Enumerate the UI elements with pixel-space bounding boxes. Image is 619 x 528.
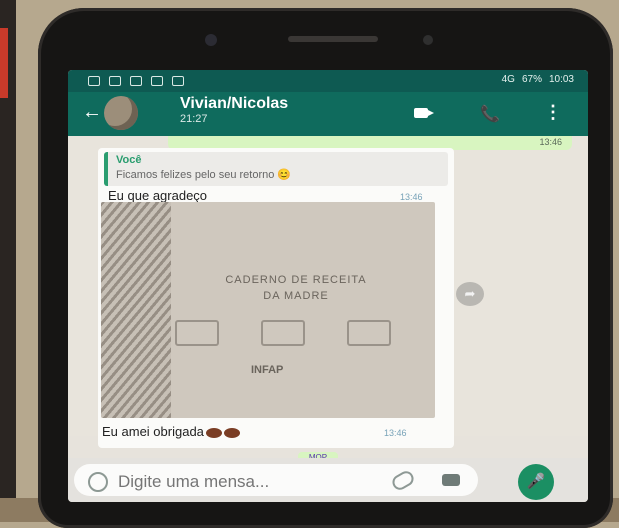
emoji-icon[interactable]	[88, 472, 108, 492]
signal-label: 4G	[501, 74, 515, 85]
quote-text: Ficamos felizes pelo seu retorno 😊	[116, 169, 292, 181]
photo-brand: INFAP	[251, 364, 284, 376]
notification-icons	[88, 76, 184, 86]
message-input-bar: 🎤	[68, 458, 588, 502]
message-input-container[interactable]	[74, 464, 478, 496]
quote-author: Você	[116, 154, 142, 166]
arrow-left-icon[interactable]: ←	[82, 102, 102, 122]
phone-device: 4G 67% 10:03 ← Vivian/Nicolas 21:27 📞 ⋮ …	[38, 8, 613, 528]
message-time-1: 13:46	[400, 192, 423, 202]
video-call-icon[interactable]	[414, 108, 434, 118]
front-camera-icon	[205, 34, 217, 46]
sketch-drawing-icon	[261, 320, 305, 346]
message-text-1: Eu que agradeço	[108, 188, 208, 203]
notification-icon	[151, 76, 163, 86]
status-bar: 4G 67% 10:03	[68, 70, 588, 92]
sketch-drawing-icon	[347, 320, 391, 346]
incoming-message-bubble[interactable]: Você Ficamos felizes pelo seu retorno 😊 …	[98, 148, 454, 448]
message-time-2: 13:46	[384, 428, 407, 438]
earpiece-speaker	[288, 36, 378, 42]
notification-icon	[109, 76, 121, 86]
avatar[interactable]	[104, 96, 138, 130]
sketch-drawing-icon	[175, 320, 219, 346]
notification-icon	[172, 76, 184, 86]
notebook-spiral	[101, 202, 171, 418]
contact-info[interactable]: Vivian/Nicolas 21:27	[180, 95, 288, 125]
emoji-icon	[205, 427, 222, 438]
chat-header: ← Vivian/Nicolas 21:27 📞 ⋮	[68, 92, 588, 136]
menu-icon[interactable]: ⋮	[544, 102, 562, 123]
previous-time: 13:46	[539, 137, 562, 147]
share-icon[interactable]: ➦	[456, 282, 484, 306]
proximity-sensor-icon	[423, 35, 433, 45]
background-left-strip	[0, 0, 16, 522]
photo-caption-line-2: DA MADRE	[263, 290, 329, 302]
photo-attachment[interactable]: CADERNO DE RECEITA DA MADRE INFAP	[101, 202, 435, 418]
battery-label: 67%	[521, 74, 542, 85]
notification-icon	[88, 76, 100, 86]
message-input[interactable]	[116, 471, 380, 493]
status-right: 4G 67% 10:03	[502, 74, 574, 85]
background-red-object	[0, 28, 8, 98]
mic-icon[interactable]: 🎤	[518, 464, 554, 500]
notification-icon	[130, 76, 142, 86]
phone-screen: 4G 67% 10:03 ← Vivian/Nicolas 21:27 📞 ⋮ …	[68, 70, 588, 502]
quoted-message[interactable]: Você Ficamos felizes pelo seu retorno 😊	[104, 152, 448, 186]
photo-caption-line-1: CADERNO DE RECEITA	[225, 274, 367, 286]
phone-call-icon[interactable]: 📞	[480, 104, 500, 124]
message-text-2: Eu amei obrigada	[102, 424, 240, 439]
message-2-label: Eu amei obrigada	[102, 424, 204, 439]
emoji-icon	[223, 427, 240, 438]
camera-icon[interactable]	[442, 474, 460, 486]
contact-name: Vivian/Nicolas	[180, 95, 289, 112]
last-seen-time: 21:27	[180, 113, 208, 125]
attach-icon[interactable]	[389, 468, 417, 493]
clock-label: 10:03	[548, 74, 574, 85]
